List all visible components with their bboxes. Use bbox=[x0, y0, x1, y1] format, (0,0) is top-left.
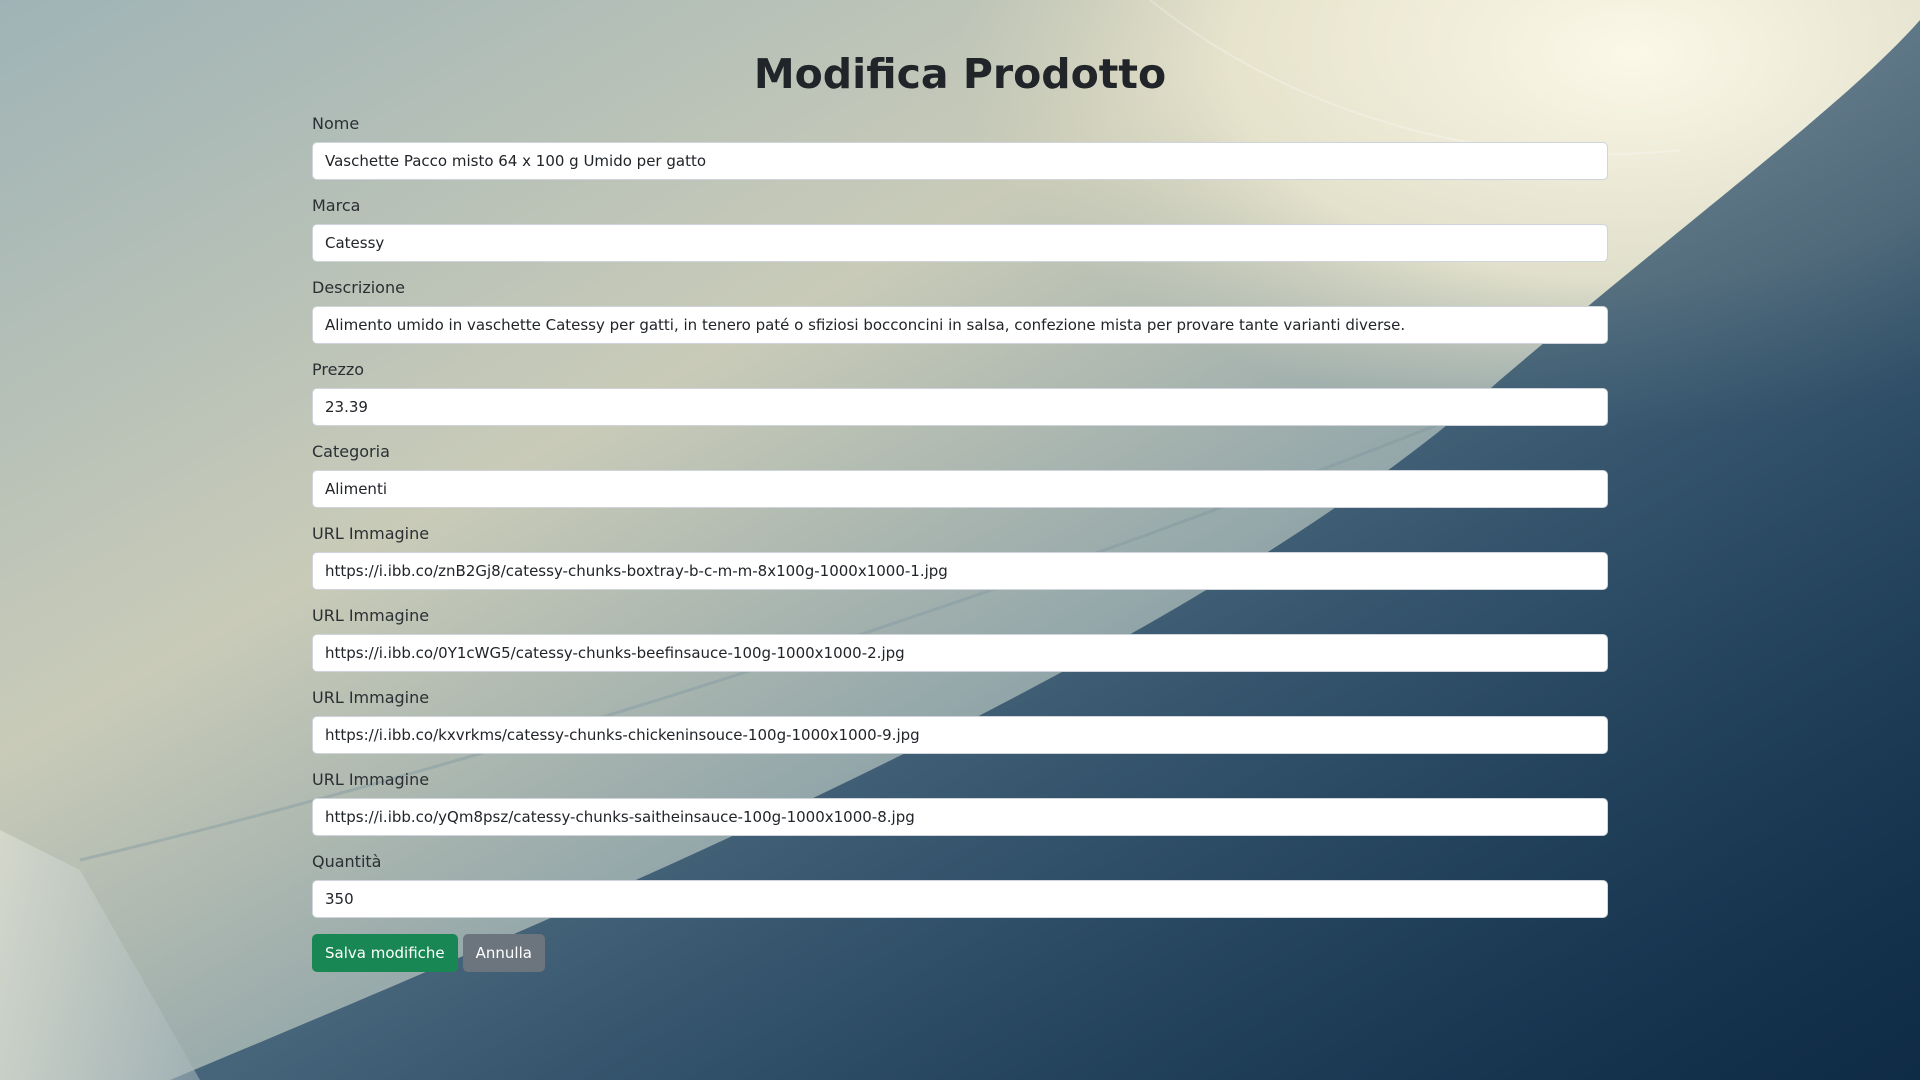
categoria-label: Categoria bbox=[312, 442, 390, 461]
cancel-button[interactable]: Annulla bbox=[462, 934, 545, 972]
edit-product-form: Modifica Prodotto Nome Marca Descrizione… bbox=[312, 0, 1608, 972]
prezzo-label: Prezzo bbox=[312, 360, 365, 379]
descrizione-input[interactable] bbox=[312, 306, 1608, 344]
form-actions: Salva modifiche Annulla bbox=[312, 934, 1608, 972]
save-button[interactable]: Salva modifiche bbox=[312, 934, 458, 972]
categoria-group: Categoria bbox=[312, 442, 1608, 508]
quantita-label: Quantità bbox=[312, 852, 382, 871]
image-url-group: URL Immagine bbox=[312, 770, 1608, 836]
prezzo-input[interactable] bbox=[312, 388, 1608, 426]
categoria-input[interactable] bbox=[312, 470, 1608, 508]
nome-input[interactable] bbox=[312, 142, 1608, 180]
marca-group: Marca bbox=[312, 196, 1608, 262]
image-url-group: URL Immagine bbox=[312, 688, 1608, 754]
nome-group: Nome bbox=[312, 114, 1608, 180]
image-url-input-3[interactable] bbox=[312, 716, 1608, 754]
quantita-group: Quantità bbox=[312, 852, 1608, 918]
image-url-input-1[interactable] bbox=[312, 552, 1608, 590]
prezzo-group: Prezzo bbox=[312, 360, 1608, 426]
image-url-group: URL Immagine bbox=[312, 606, 1608, 672]
image-url-input-4[interactable] bbox=[312, 798, 1608, 836]
descrizione-label: Descrizione bbox=[312, 278, 405, 297]
image-url-label: URL Immagine bbox=[312, 524, 430, 543]
marca-input[interactable] bbox=[312, 224, 1608, 262]
marca-label: Marca bbox=[312, 196, 361, 215]
page-title: Modifica Prodotto bbox=[753, 50, 1167, 98]
image-url-label: URL Immagine bbox=[312, 688, 430, 707]
image-url-group: URL Immagine bbox=[312, 524, 1608, 590]
image-url-input-2[interactable] bbox=[312, 634, 1608, 672]
image-url-label: URL Immagine bbox=[312, 606, 430, 625]
image-url-label: URL Immagine bbox=[312, 770, 430, 789]
descrizione-group: Descrizione bbox=[312, 278, 1608, 344]
quantita-input[interactable] bbox=[312, 880, 1608, 918]
nome-label: Nome bbox=[312, 114, 360, 133]
